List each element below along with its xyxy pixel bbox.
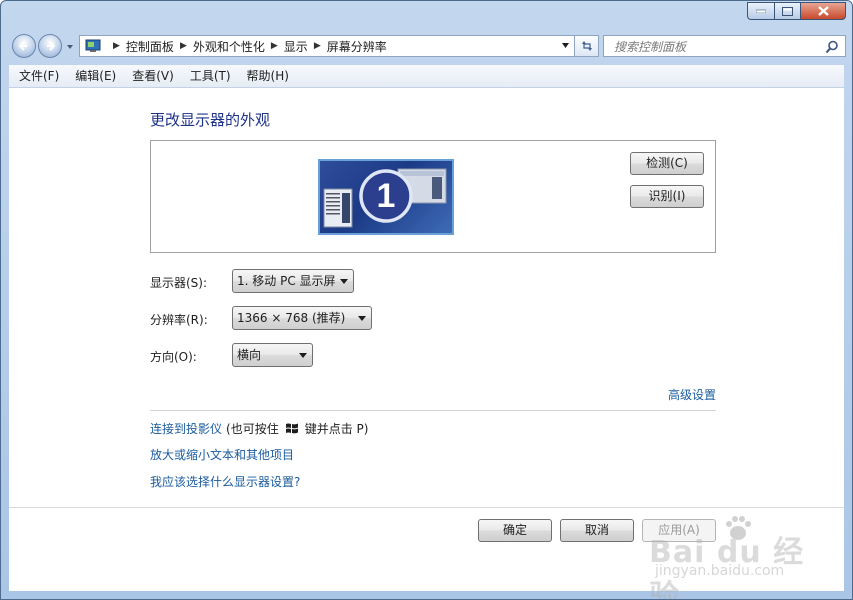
- display-help-link[interactable]: 我应该选择什么显示器设置?: [150, 473, 300, 490]
- page-title: 更改显示器的外观: [150, 111, 271, 129]
- breadcrumb-separator-icon: ▶: [179, 41, 187, 51]
- breadcrumb-item[interactable]: 显示: [284, 38, 308, 55]
- menu-tools[interactable]: 工具(T): [182, 65, 239, 87]
- projector-row: 连接到投影仪 (也可按住 键并点击 P): [150, 420, 368, 437]
- breadcrumb-separator-icon: ▶: [270, 41, 278, 51]
- baidu-watermark: Bai du 经验 jingyan.baidu.com: [649, 513, 809, 599]
- caption-buttons: [747, 2, 846, 20]
- refresh-icon: [581, 41, 592, 51]
- search-box[interactable]: [603, 35, 846, 57]
- search-input[interactable]: [612, 37, 816, 57]
- menu-help[interactable]: 帮助(H): [239, 65, 297, 87]
- recent-pages-dropdown-icon[interactable]: [65, 42, 75, 52]
- address-bar[interactable]: ▶ 控制面板 ▶ 外观和个性化 ▶ 显示 ▶ 屏幕分辨率: [79, 35, 575, 57]
- minimize-icon: [756, 9, 766, 13]
- menu-edit[interactable]: 编辑(E): [67, 65, 124, 87]
- breadcrumb-item-current[interactable]: 屏幕分辨率: [327, 38, 387, 55]
- refresh-button[interactable]: [575, 35, 599, 57]
- orientation-select[interactable]: 横向: [232, 343, 313, 367]
- display-preview-panel: 1 检测(C) 识别(I): [150, 140, 716, 253]
- minimize-button[interactable]: [747, 2, 774, 20]
- close-button[interactable]: [800, 2, 846, 20]
- display-select[interactable]: 1. 移动 PC 显示屏: [232, 269, 354, 293]
- orientation-label: 方向(O):: [150, 350, 197, 364]
- windows-logo-icon: [285, 423, 298, 434]
- cancel-button[interactable]: 取消: [560, 519, 634, 542]
- maximize-button[interactable]: [774, 2, 800, 20]
- projector-hint-prefix: (也可按住: [226, 422, 279, 436]
- back-button[interactable]: [12, 34, 36, 58]
- footer-divider: [9, 507, 844, 508]
- breadcrumb-item[interactable]: 外观和个性化: [193, 38, 265, 55]
- ok-button[interactable]: 确定: [478, 519, 552, 542]
- resolution-label: 分辨率(R):: [150, 313, 208, 327]
- connect-projector-link[interactable]: 连接到投影仪: [150, 420, 222, 437]
- menu-bar: 文件(F) 编辑(E) 查看(V) 工具(T) 帮助(H): [9, 65, 844, 88]
- orientation-select-value: 横向: [237, 348, 262, 362]
- back-arrow-icon: [18, 41, 27, 51]
- menu-file[interactable]: 文件(F): [11, 65, 67, 87]
- control-panel-icon: [85, 39, 101, 52]
- watermark-url: jingyan.baidu.com: [655, 563, 785, 579]
- text-size-link[interactable]: 放大或缩小文本和其他项目: [150, 446, 294, 463]
- window: ▶ 控制面板 ▶ 外观和个性化 ▶ 显示 ▶ 屏幕分辨率 文件(F) 编辑(E)…: [0, 0, 853, 600]
- close-icon: [817, 6, 829, 16]
- forward-button[interactable]: [38, 34, 62, 58]
- divider: [150, 410, 716, 411]
- search-icon[interactable]: [825, 40, 839, 54]
- breadcrumb-item[interactable]: 控制面板: [126, 38, 174, 55]
- projector-hint-suffix: 键并点击 P): [304, 422, 369, 436]
- monitor-number: 1: [376, 177, 396, 215]
- address-dropdown-icon[interactable]: [561, 41, 570, 50]
- chevron-down-icon: [299, 353, 307, 358]
- forward-arrow-icon: [47, 41, 56, 51]
- resolution-select[interactable]: 1366 × 768 (推荐): [232, 306, 372, 330]
- breadcrumb-separator-icon: ▶: [313, 41, 321, 51]
- resolution-select-value: 1366 × 768 (推荐): [237, 311, 346, 325]
- chevron-down-icon: [358, 316, 366, 321]
- advanced-settings-link[interactable]: 高级设置: [668, 386, 716, 403]
- menu-view[interactable]: 查看(V): [124, 65, 182, 87]
- identify-button[interactable]: 识别(I): [630, 185, 704, 208]
- monitor-1-thumbnail[interactable]: 1: [318, 159, 454, 235]
- breadcrumb-separator-icon: ▶: [113, 41, 120, 51]
- detect-button[interactable]: 检测(C): [630, 152, 704, 175]
- chevron-down-icon: [340, 279, 348, 284]
- navigation-bar: ▶ 控制面板 ▶ 外观和个性化 ▶ 显示 ▶ 屏幕分辨率: [9, 33, 846, 59]
- display-select-value: 1. 移动 PC 显示屏: [237, 274, 336, 288]
- display-label: 显示器(S):: [150, 276, 208, 290]
- maximize-icon: [782, 6, 793, 16]
